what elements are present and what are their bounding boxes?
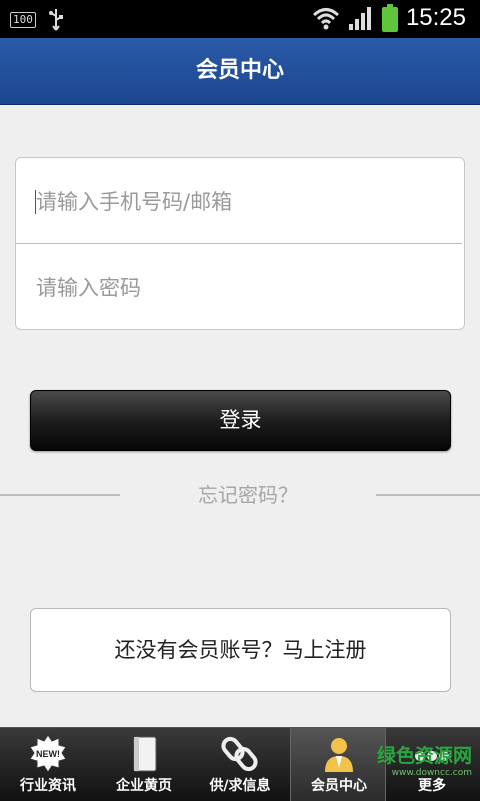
usb-icon <box>48 9 63 31</box>
signal-icon <box>348 7 371 30</box>
phone-email-input[interactable] <box>34 158 448 245</box>
text-cursor <box>35 190 36 214</box>
password-row <box>16 244 464 331</box>
tab-enterprise-pages[interactable]: 企业黄页 <box>96 728 192 801</box>
new-badge-icon: NEW! <box>29 734 67 773</box>
book-icon <box>133 736 157 772</box>
tab-industry-news[interactable]: NEW! 行业资讯 <box>0 728 96 801</box>
forgot-password-link[interactable]: 忘记密码？ <box>120 480 376 510</box>
watermark-url: www.downcc.com <box>391 768 472 778</box>
tab-supply-demand[interactable]: 供/求信息 <box>192 728 288 801</box>
login-form <box>15 157 465 331</box>
battery-level-badge: 100 <box>10 12 36 28</box>
password-input[interactable] <box>34 244 448 331</box>
status-bar: 100 15:25 <box>0 0 480 38</box>
tab-label: 企业黄页 <box>116 778 172 794</box>
tab-label: 供/求信息 <box>209 778 271 794</box>
watermark-text: 绿色资源网 <box>376 745 472 767</box>
svg-text:NEW!: NEW! <box>36 749 60 759</box>
phone-email-row <box>16 158 464 245</box>
battery-icon <box>381 4 398 32</box>
tab-label: 行业资讯 <box>20 778 76 794</box>
divider-right <box>376 494 480 496</box>
clock-time: 15:25 <box>405 4 466 31</box>
chain-link-icon <box>221 736 258 772</box>
wifi-icon <box>312 8 339 30</box>
login-button[interactable]: 登录 <box>30 390 451 451</box>
page-title: 会员中心 <box>195 58 284 83</box>
title-bar: 会员中心 <box>0 38 480 105</box>
watermark: 绿色资源网 www.downcc.com <box>322 741 472 781</box>
register-button[interactable]: 还没有会员账号？马上注册 <box>30 608 451 692</box>
divider-left <box>0 494 120 496</box>
